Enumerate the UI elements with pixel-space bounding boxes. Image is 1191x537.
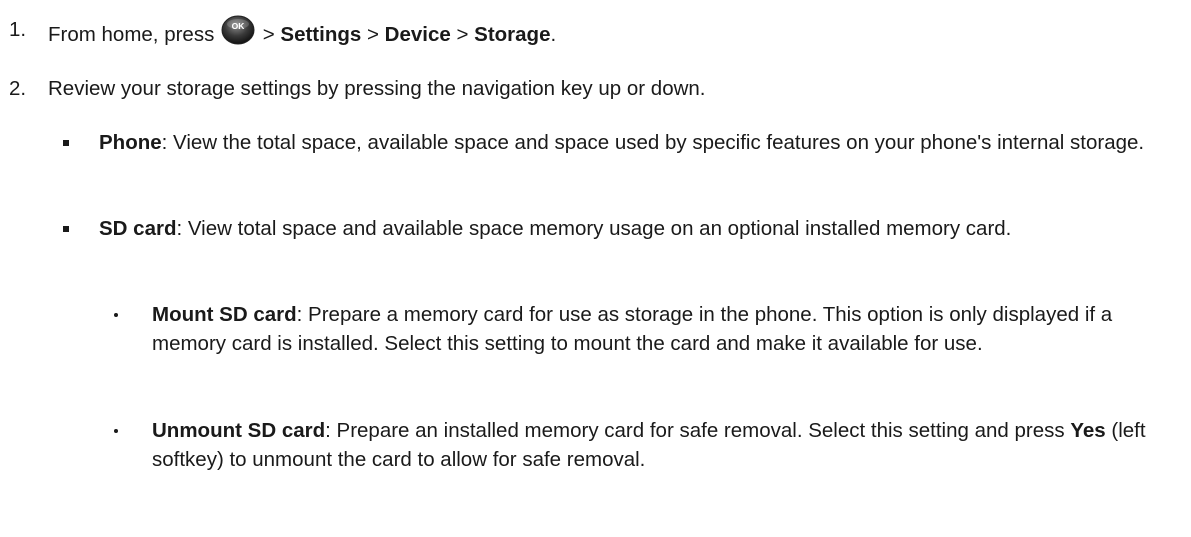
- step-prefix: From home, press: [48, 23, 215, 46]
- sub-option-mount: Mount SD card: Prepare a memory card for…: [0, 300, 1191, 390]
- path-settings: Settings: [280, 23, 362, 46]
- path-storage: Storage: [474, 23, 551, 46]
- sub-option-term: Mount SD card: [152, 303, 297, 326]
- option-description: : View total space and available space m…: [176, 217, 1012, 240]
- option-text: SD card: View total space and available …: [99, 214, 1181, 243]
- step-text: From home, press OK > Settings > Device …: [48, 15, 1181, 49]
- step-2: 2. Review your storage settings by press…: [0, 74, 1191, 104]
- option-sd-card: SD card: View total space and available …: [0, 214, 1191, 274]
- sub-option-text: Mount SD card: Prepare a memory card for…: [152, 300, 1181, 358]
- path-sep-2: >: [361, 23, 385, 46]
- dot-bullet-icon: [114, 429, 118, 433]
- softkey-yes: Yes: [1070, 419, 1106, 442]
- step-number: 2.: [9, 77, 27, 100]
- option-text: Phone: View the total space, available s…: [99, 128, 1181, 157]
- ok-button-icon: OK: [221, 15, 255, 45]
- document-page: { "steps": [ { "number": "1.", "prefix":…: [0, 0, 1191, 537]
- option-term: SD card: [99, 217, 177, 240]
- step-suffix: .: [550, 23, 557, 46]
- step-text: Review your storage settings by pressing…: [48, 77, 706, 100]
- path-device: Device: [384, 23, 451, 46]
- option-term: Phone: [99, 131, 162, 154]
- sub-option-description-before: : Prepare an installed memory card for s…: [325, 419, 1071, 442]
- square-bullet-icon: [63, 140, 69, 146]
- option-phone: Phone: View the total space, available s…: [0, 128, 1191, 188]
- sub-option-unmount: Unmount SD card: Prepare an installed me…: [0, 416, 1191, 476]
- sub-option-text: Unmount SD card: Prepare an installed me…: [152, 416, 1181, 474]
- dot-bullet-icon: [114, 313, 118, 317]
- step-number: 1.: [9, 18, 27, 41]
- sub-option-description: : Prepare a memory card for use as stora…: [152, 303, 1113, 355]
- path-sep-3: >: [450, 23, 475, 46]
- step-1: 1. From home, press OK > Settings > Devi…: [0, 15, 1191, 47]
- path-sep-1: >: [257, 23, 281, 46]
- option-description: : View the total space, available space …: [161, 131, 1145, 154]
- sub-option-term: Unmount SD card: [152, 419, 326, 442]
- ok-icon-label: OK: [232, 21, 246, 31]
- square-bullet-icon: [63, 226, 69, 232]
